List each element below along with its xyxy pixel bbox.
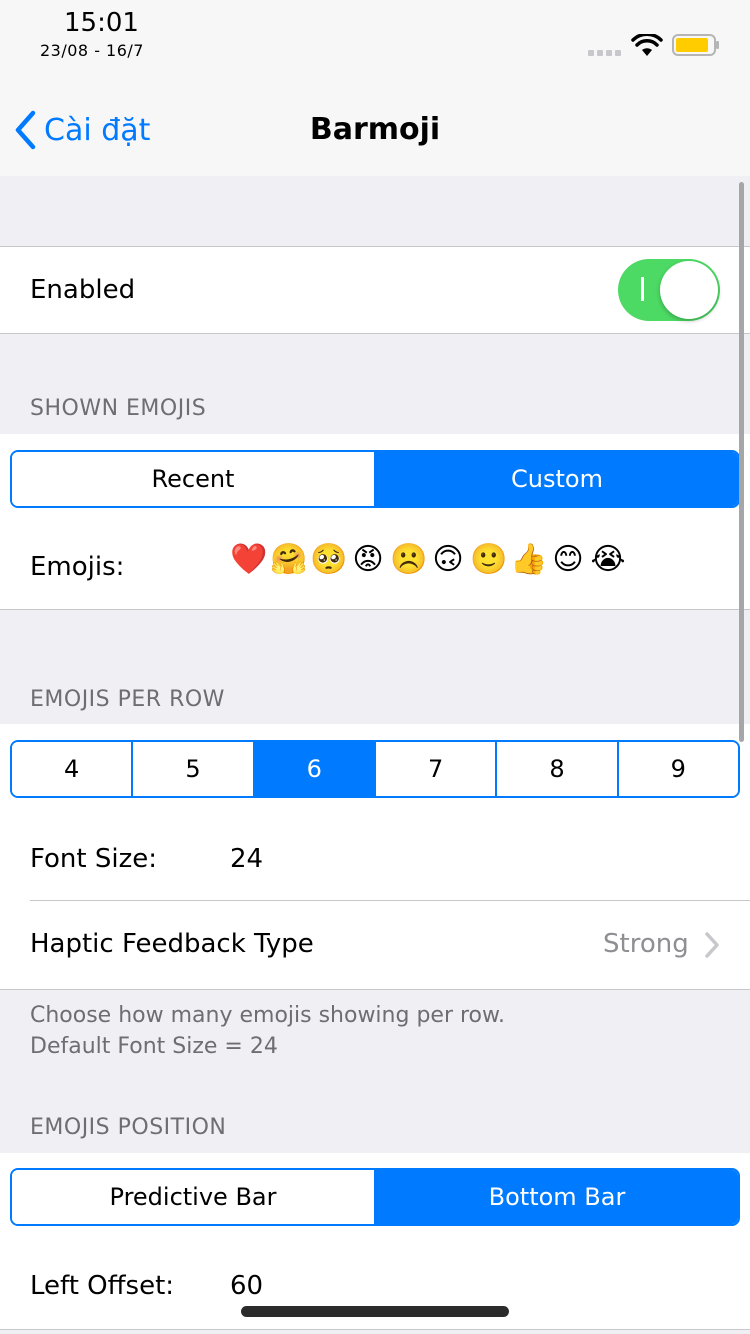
font-size-cell[interactable]: Font Size: 24	[0, 814, 750, 901]
segment-5[interactable]: 5	[131, 742, 253, 796]
emoji-item: 😭	[590, 542, 626, 577]
left-offset-label: Left Offset:	[30, 1271, 175, 1301]
emoji-list: ❤️ 🤗 🥺 😡 ☹️ 🙃 🙂 👍 😊 😭	[230, 542, 626, 577]
footer-line: Default Font Size = 24	[30, 1034, 278, 1059]
segment-8[interactable]: 8	[495, 742, 617, 796]
enabled-cell: Enabled	[0, 246, 750, 334]
wifi-icon	[631, 34, 663, 56]
segment-predictive-bar[interactable]: Predictive Bar	[12, 1170, 374, 1224]
segment-custom[interactable]: Custom	[374, 452, 738, 506]
home-indicator[interactable]	[241, 1306, 509, 1317]
emojis-per-row-header: EMOJIS PER ROW	[30, 687, 225, 712]
haptic-feedback-label: Haptic Feedback Type	[30, 929, 314, 959]
shown-emojis-segmented-control: Recent Custom	[10, 450, 740, 508]
enabled-toggle[interactable]	[618, 259, 720, 321]
battery-icon	[672, 34, 719, 56]
emojis-position-segmented-control: Predictive Bar Bottom Bar	[10, 1168, 740, 1226]
cellular-signal-icon	[588, 50, 621, 56]
navigation-bar: Cài đặt Barmoji	[0, 80, 750, 176]
emoji-item: 😊	[552, 542, 584, 577]
emoji-item: 🥺	[310, 542, 348, 577]
emoji-item: 🙃	[432, 542, 464, 577]
emojis-per-row-footer: Choose how many emojis showing per row. …	[30, 1000, 505, 1062]
toggle-knob	[660, 261, 718, 319]
status-bar: 15:01 23/08 - 16/7	[0, 0, 750, 80]
footer-line: Choose how many emojis showing per row.	[30, 1003, 505, 1028]
font-size-value: 24	[230, 844, 264, 874]
segment-4[interactable]: 4	[12, 742, 132, 796]
emoji-item: 🙂	[470, 542, 508, 577]
left-offset-value: 60	[230, 1271, 264, 1301]
emojis-cell[interactable]: Emojis: ❤️ 🤗 🥺 😡 ☹️ 🙃 🙂 👍 😊 😭	[0, 522, 750, 610]
segment-7[interactable]: 7	[373, 742, 496, 796]
enabled-label: Enabled	[30, 275, 136, 305]
emoji-item: ☹️	[390, 542, 428, 577]
scroll-indicator[interactable]	[739, 182, 744, 742]
font-size-label: Font Size:	[30, 844, 158, 874]
segment-bottom-bar[interactable]: Bottom Bar	[374, 1170, 738, 1224]
shown-emojis-control-cell: Recent Custom	[0, 434, 750, 522]
chevron-right-icon	[705, 932, 719, 958]
emojis-label: Emojis:	[30, 552, 125, 582]
toggle-on-glyph	[641, 277, 644, 301]
page-title: Barmoji	[309, 112, 441, 147]
segment-recent[interactable]: Recent	[12, 452, 374, 506]
haptic-feedback-value: Strong	[603, 929, 689, 959]
segment-6[interactable]: 6	[252, 742, 374, 796]
segment-9[interactable]: 9	[616, 742, 738, 796]
emoji-item: ❤️	[230, 542, 268, 577]
emojis-position-header: EMOJIS POSITION	[30, 1115, 227, 1140]
emoji-item: 😡	[352, 542, 384, 577]
emojis-position-control-cell: Predictive Bar Bottom Bar	[0, 1153, 750, 1243]
haptic-feedback-cell[interactable]: Haptic Feedback Type Strong	[0, 901, 750, 990]
status-date: 23/08 - 16/7	[40, 41, 144, 60]
emoji-item: 👍	[510, 542, 548, 577]
status-time: 15:01	[64, 8, 139, 38]
emoji-item: 🤗	[270, 542, 308, 577]
shown-emojis-header: SHOWN EMOJIS	[30, 396, 207, 421]
emojis-per-row-segmented-control: 4 5 6 7 8 9	[10, 740, 740, 798]
emojis-per-row-control-cell: 4 5 6 7 8 9	[0, 724, 750, 814]
